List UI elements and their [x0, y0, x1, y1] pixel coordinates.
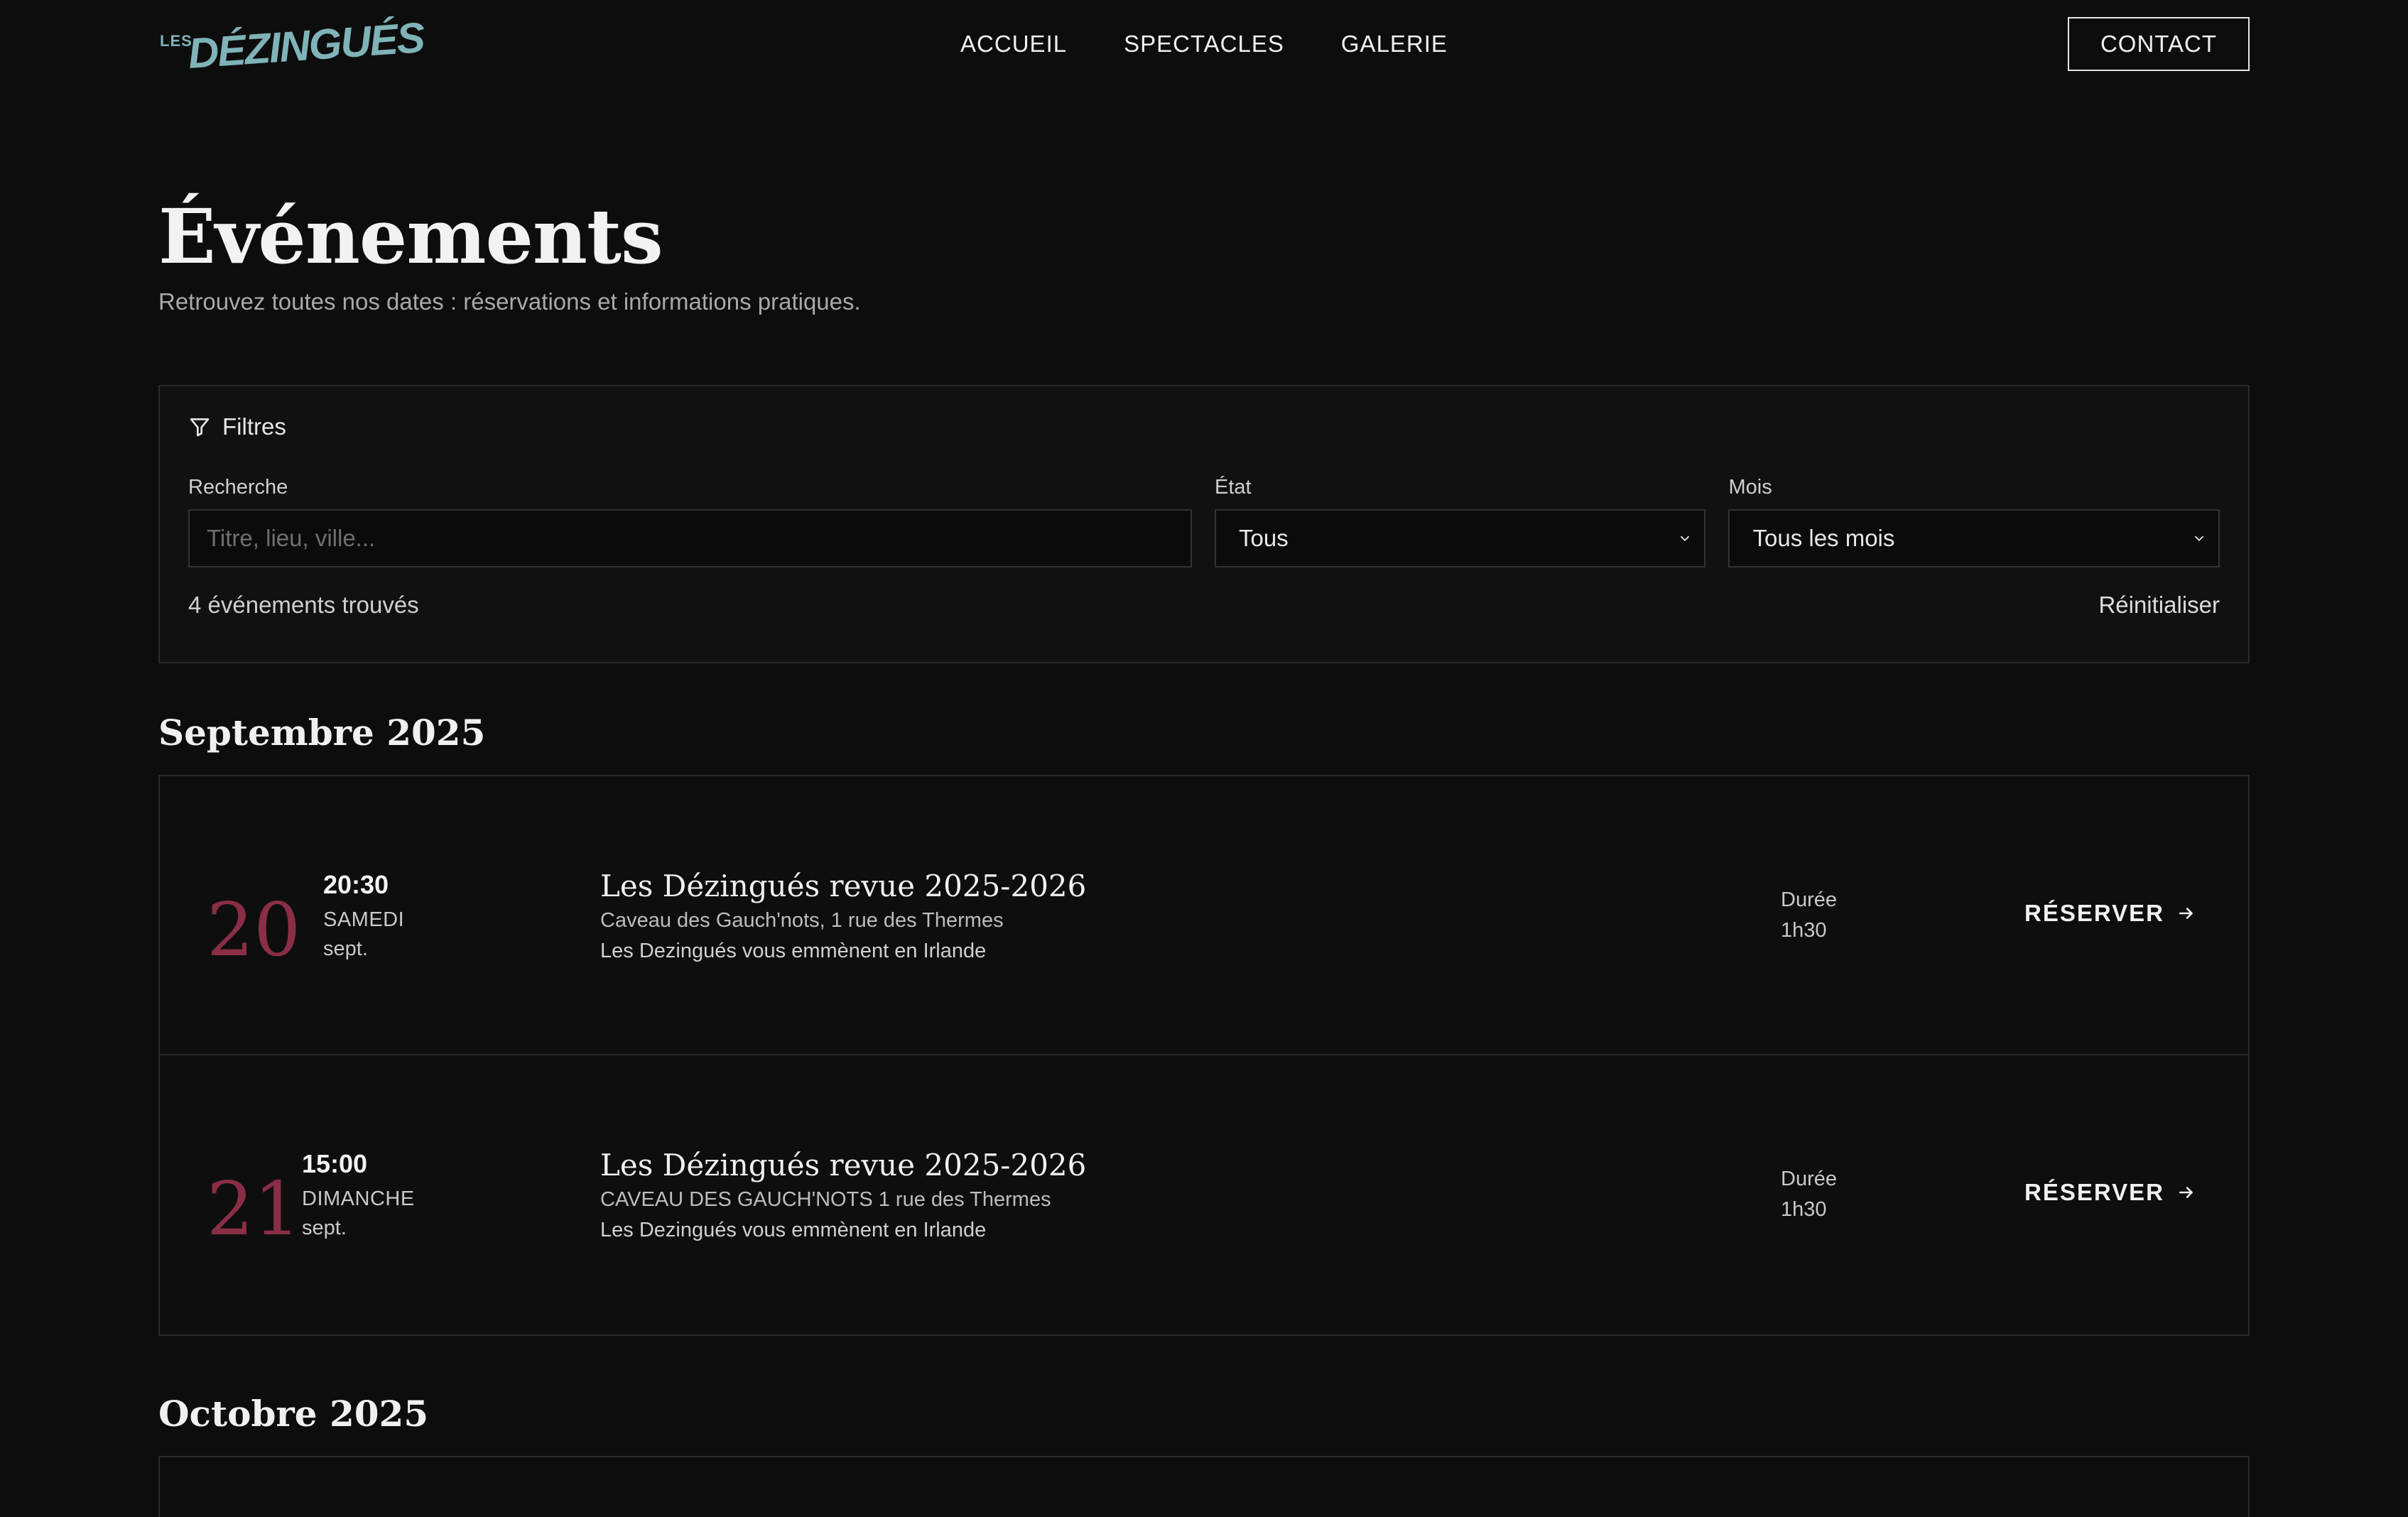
event-weekday: SAMEDI: [323, 908, 405, 931]
arrow-right-icon: [2179, 1187, 2193, 1198]
event-when: 20:30 SAMEDI sept.: [323, 870, 404, 961]
nav-accueil[interactable]: ACCUEIL: [960, 31, 1067, 58]
nav-spectacles[interactable]: SPECTACLES: [1124, 31, 1284, 58]
event-list: 20 20:30 SAMEDI sept. Les Dézingués revu…: [158, 775, 2250, 1336]
site-logo[interactable]: LES DÉZINGUÉS: [158, 12, 425, 77]
filters-heading-label: Filtres: [222, 413, 286, 440]
arrow-right-icon: [2179, 908, 2193, 919]
search-label: Recherche: [188, 476, 288, 499]
event-time: 15:00: [302, 1149, 368, 1178]
reset-button[interactable]: Réinitialiser: [2098, 592, 2220, 619]
event-title[interactable]: Les Dézingués revue 2025-2026: [600, 1148, 1086, 1182]
event-place: Caveau des Gauch'nots, 1 rue des Thermes: [600, 909, 1004, 932]
month-heading: Septembre 2025: [158, 712, 486, 754]
month-heading: Octobre 2025: [158, 1393, 429, 1435]
duration-label: Durée: [1781, 1168, 1837, 1190]
event-duration: Durée 1h30: [1781, 888, 1837, 942]
event-list: [158, 1456, 2250, 1517]
reserve-label: RÉSERVER: [2024, 1179, 2164, 1205]
month-field: Mois Tous les mois: [1728, 476, 2220, 567]
event-row: 20 20:30 SAMEDI sept. Les Dézingués revu…: [160, 776, 2248, 1055]
event-day: 21: [207, 1165, 301, 1252]
event-weekday: DIMANCHE: [302, 1187, 415, 1210]
state-select[interactable]: Tous: [1214, 509, 1706, 567]
chevron-down-icon: [2194, 535, 2204, 542]
logo-main-text: DÉZINGUÉS: [186, 13, 425, 77]
state-select-value: Tous: [1238, 525, 1289, 551]
event-description: Les Dezingués vous emmènent en Irlande: [600, 940, 987, 962]
event-title[interactable]: Les Dézingués revue 2025-2026: [600, 869, 1086, 903]
duration-value: 1h30: [1781, 919, 1827, 942]
event-info: Les Dézingués revue 2025-2026 Caveau des…: [600, 869, 1086, 963]
reserve-button[interactable]: RÉSERVER: [2024, 900, 2196, 927]
site-header: LES DÉZINGUÉS ACCUEIL SPECTACLES GALERIE…: [158, 0, 2250, 88]
month-select-value: Tous les mois: [1752, 525, 1895, 551]
state-label: État: [1214, 476, 1252, 499]
page: LES DÉZINGUÉS ACCUEIL SPECTACLES GALERIE…: [0, 0, 2408, 1517]
state-field: État Tous: [1214, 476, 1706, 567]
filters-heading: Filtres: [188, 413, 2220, 440]
results-count: 4 événements trouvés: [188, 592, 419, 618]
filter-icon: [190, 418, 210, 437]
search-field: Recherche: [188, 476, 1192, 567]
chevron-down-icon: [1681, 535, 1690, 542]
event-description: Les Dezingués vous emmènent en Irlande: [600, 1219, 987, 1241]
nav-galerie[interactable]: GALERIE: [1341, 31, 1448, 58]
event-month: sept.: [323, 937, 368, 960]
month-label: Mois: [1728, 476, 1772, 499]
page-title: Événements: [158, 192, 663, 281]
duration-value: 1h30: [1781, 1198, 1827, 1221]
event-info: Les Dézingués revue 2025-2026 CAVEAU DES…: [600, 1148, 1086, 1242]
search-input[interactable]: [188, 509, 1192, 567]
duration-label: Durée: [1781, 888, 1837, 911]
event-when: 15:00 DIMANCHE sept.: [302, 1149, 415, 1240]
page-subtitle: Retrouvez toutes nos dates : réservation…: [158, 288, 861, 315]
event-day: 20: [207, 886, 301, 973]
month-select[interactable]: Tous les mois: [1728, 509, 2220, 567]
contact-button[interactable]: CONTACT: [2068, 17, 2250, 71]
reserve-button[interactable]: RÉSERVER: [2024, 1179, 2196, 1206]
event-row: 21 15:00 DIMANCHE sept. Les Dézingués re…: [160, 1055, 2248, 1334]
event-month: sept.: [302, 1217, 347, 1239]
event-place: CAVEAU DES GAUCH'NOTS 1 rue des Thermes: [600, 1188, 1051, 1211]
event-time: 20:30: [323, 870, 389, 899]
main-nav: ACCUEIL SPECTACLES GALERIE: [960, 0, 1448, 88]
filters-panel: Filtres Recherche État Tous Mois Tous le…: [158, 385, 2250, 663]
reserve-label: RÉSERVER: [2024, 900, 2164, 926]
event-duration: Durée 1h30: [1781, 1168, 1837, 1222]
